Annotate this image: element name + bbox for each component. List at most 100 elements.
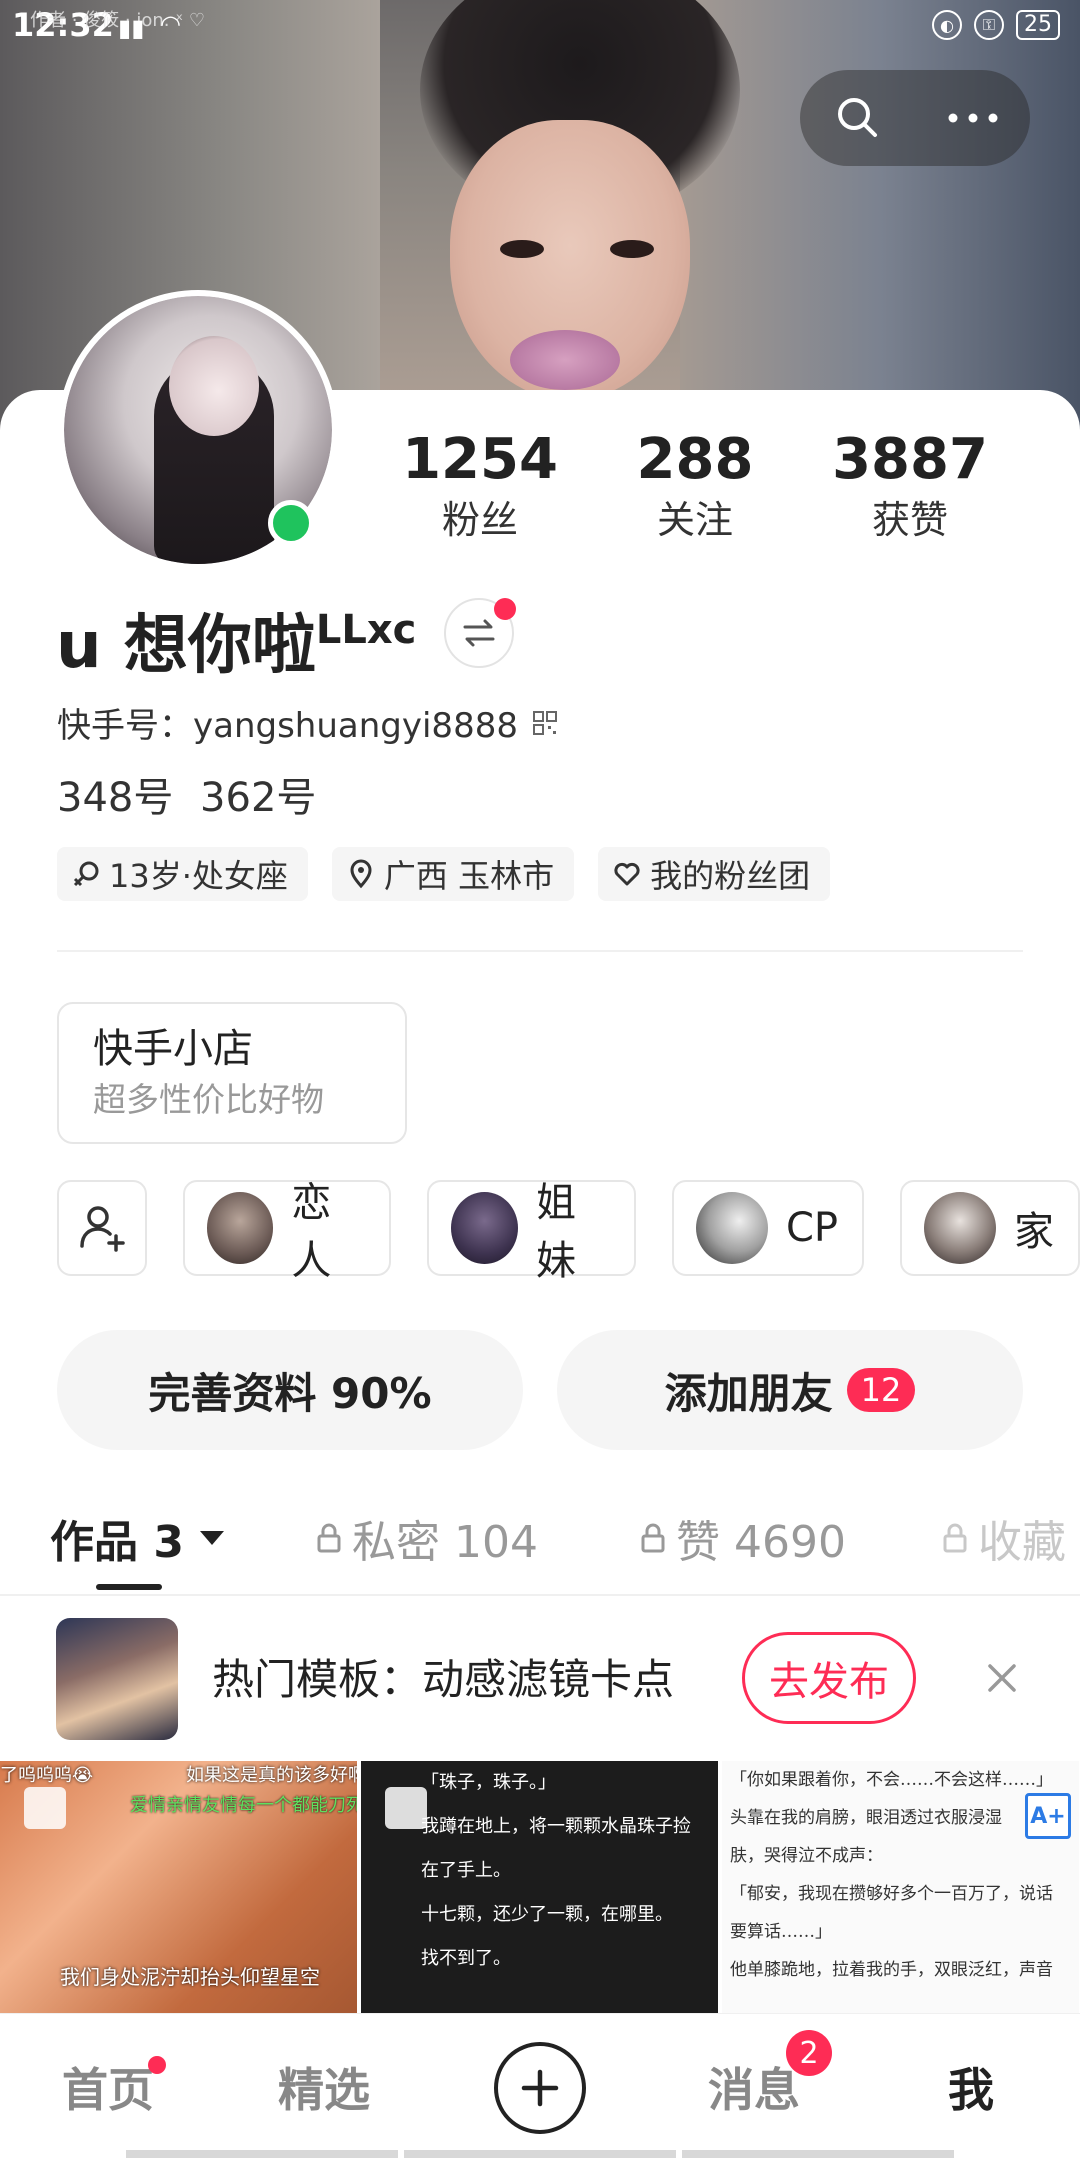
gesture-bar	[126, 2150, 954, 2158]
lock-icon	[943, 1523, 967, 1553]
stat-number: 3887	[832, 427, 988, 492]
shop-title: 快手小店	[93, 1026, 253, 1072]
relationship-label: 家	[1014, 1209, 1054, 1255]
relationship-row: 恋人 姐妹 CP 家	[57, 1180, 1080, 1284]
complete-profile-button[interactable]: 完善资料 90%	[57, 1330, 523, 1450]
search-button[interactable]	[818, 78, 898, 158]
add-friend-label: 添加朋友	[664, 1368, 833, 1418]
kuaishou-id[interactable]: 快手号：yangshuangyi8888	[57, 698, 558, 747]
stats-row: 1254 粉丝 288 关注 3887 获赞	[380, 425, 1010, 545]
stat-likes[interactable]: 3887 获赞	[810, 425, 1010, 545]
profile-name-text: u 想你啦	[56, 609, 316, 683]
search-icon	[837, 98, 877, 137]
active-tab-indicator	[96, 1584, 162, 1590]
stat-following[interactable]: 288 关注	[595, 425, 795, 545]
relationship-label: CP	[785, 1205, 838, 1251]
caption-line: 肤，哭得泣不成声：	[730, 1846, 883, 1866]
close-icon[interactable]	[978, 1654, 1026, 1702]
caption: 爱情亲情友情每一个都能刀死我	[130, 1795, 357, 1816]
cover-background-right	[680, 0, 1080, 430]
gender-icon	[73, 861, 99, 887]
status-bar: 12:32 作者 · 俊筱 · ion. ˣ ♡ ▮▮ ◠ ◐ ⚿ 25	[0, 0, 1080, 50]
online-status-dot	[268, 500, 314, 546]
nav-me[interactable]: 我	[948, 2054, 994, 2120]
caption: 我们身处泥泞却抬头仰望星空	[60, 1965, 320, 1989]
image-icon	[24, 1787, 66, 1829]
add-friend-badge: 12	[846, 1368, 916, 1412]
lock-icon	[317, 1523, 341, 1553]
notification-dot	[494, 598, 516, 620]
stat-number: 288	[636, 427, 754, 492]
shop-subtitle: 超多性价比好物	[93, 1080, 324, 1119]
create-button[interactable]	[494, 2042, 586, 2134]
tag-location[interactable]: 广西 玉林市	[331, 847, 575, 901]
profile-tags: 13岁·处女座 广西 玉林市 我的粉丝团	[57, 847, 831, 901]
dnd-icon: ◐	[932, 10, 962, 40]
dropdown-caret-icon	[199, 1531, 224, 1545]
cover-eye-right	[610, 240, 654, 258]
stat-followers[interactable]: 1254 粉丝	[380, 425, 580, 545]
nav-messages[interactable]: 消息	[708, 2054, 800, 2120]
profile-name: u 想你啦LLxc	[56, 585, 416, 691]
tab-works[interactable]: 作品 3	[50, 1506, 224, 1570]
relationship-family[interactable]: 家	[900, 1180, 1080, 1276]
qr-code-icon[interactable]	[532, 710, 558, 736]
caption-line: 找不到了。	[421, 1948, 511, 1969]
relationship-photo	[695, 1192, 768, 1264]
caption-line: 十七颗，还少了一颗，在哪里。	[421, 1904, 673, 1925]
tab-private[interactable]: 私密 104	[316, 1506, 538, 1570]
swap-icon	[463, 619, 495, 647]
caption: 了呜呜呜😭	[0, 1765, 94, 1786]
caption-line: 要算话……」	[730, 1922, 832, 1942]
relationship-photo	[206, 1192, 274, 1264]
tab-favorites[interactable]: 收藏	[942, 1506, 1066, 1570]
more-icon	[948, 113, 997, 123]
switch-account-button[interactable]	[444, 598, 516, 668]
stat-label: 关注	[656, 498, 733, 542]
top-action-pill	[800, 70, 1030, 166]
relationship-photo	[451, 1192, 518, 1264]
stat-label: 粉丝	[441, 498, 518, 542]
heart-icon	[614, 862, 640, 886]
lock-icon	[641, 1523, 665, 1553]
kuaishou-shop-card[interactable]: 快手小店 超多性价比好物	[57, 1002, 407, 1144]
tab-label: 收藏	[978, 1517, 1066, 1568]
publish-button[interactable]: 去发布	[742, 1632, 916, 1724]
work-thumbnail[interactable]: 了呜呜呜😭 如果这是真的该多好啊 爱情亲情友情每一个都能刀死我 我们身处泥泞却抬…	[0, 1761, 357, 2013]
relationship-cp[interactable]: CP	[671, 1180, 864, 1276]
add-user-icon	[80, 1206, 125, 1252]
action-buttons: 完善资料 90% 添加朋友 12	[57, 1330, 1023, 1450]
tag-label: 广西 玉林市	[383, 857, 555, 895]
battery-icon: 25	[1016, 10, 1060, 40]
plus-icon	[521, 2069, 559, 2107]
hot-template-banner[interactable]: 热门模板：动感滤镜卡点 去发布	[0, 1596, 1080, 1761]
location-icon	[350, 859, 372, 889]
work-thumbnail[interactable]: 「你如果跟着你，不会……不会这样……」 头靠在我的肩膀，眼泪透过衣服浸湿 肤，哭…	[722, 1761, 1079, 2013]
add-relationship-button[interactable]	[57, 1180, 147, 1276]
nav-home[interactable]: 首页	[62, 2054, 154, 2120]
content-tabs: 作品 3 私密 104 赞 4690 收藏	[0, 1490, 1080, 1600]
nav-featured[interactable]: 精选	[278, 2054, 370, 2120]
tab-likes[interactable]: 赞 4690	[640, 1506, 846, 1570]
more-button[interactable]	[933, 78, 1013, 158]
caption-line: 他单膝跪地，拉着我的手，双眼泛红，声音	[730, 1960, 1053, 1980]
bottom-nav: 首页 精选 消息 2 我	[0, 2013, 1080, 2160]
tag-fan-club[interactable]: 我的粉丝团	[598, 847, 831, 901]
relationship-sisters[interactable]: 姐妹	[427, 1180, 636, 1284]
template-text: 热门模板：动感滤镜卡点	[212, 1655, 675, 1704]
tag-age[interactable]: 13岁·处女座	[57, 847, 308, 901]
wifi-icon: ◠	[160, 10, 181, 38]
relationship-lover[interactable]: 恋人	[182, 1180, 392, 1284]
add-friend-button[interactable]: 添加朋友 12	[557, 1330, 1023, 1450]
kuaishou-id-text: 快手号：yangshuangyi8888	[57, 706, 518, 746]
avatar-head	[169, 336, 259, 436]
work-thumbnail[interactable]: 「珠子，珠子。」 我蹲在地上，将一颗颗水晶珠子捡 在了手上。 十七颗，还少了一颗…	[361, 1761, 718, 2013]
caption-line: 「郁安，我现在攒够好多个一百万了，说话	[730, 1884, 1053, 1904]
font-size-button[interactable]: A+	[1025, 1793, 1071, 1839]
cover-flower	[510, 330, 620, 390]
relationship-label: 恋人	[291, 1180, 332, 1284]
divider	[57, 950, 1023, 952]
template-thumbnail	[56, 1618, 178, 1740]
messages-badge: 2	[786, 2030, 832, 2076]
tab-label: 赞 4690	[676, 1517, 846, 1568]
